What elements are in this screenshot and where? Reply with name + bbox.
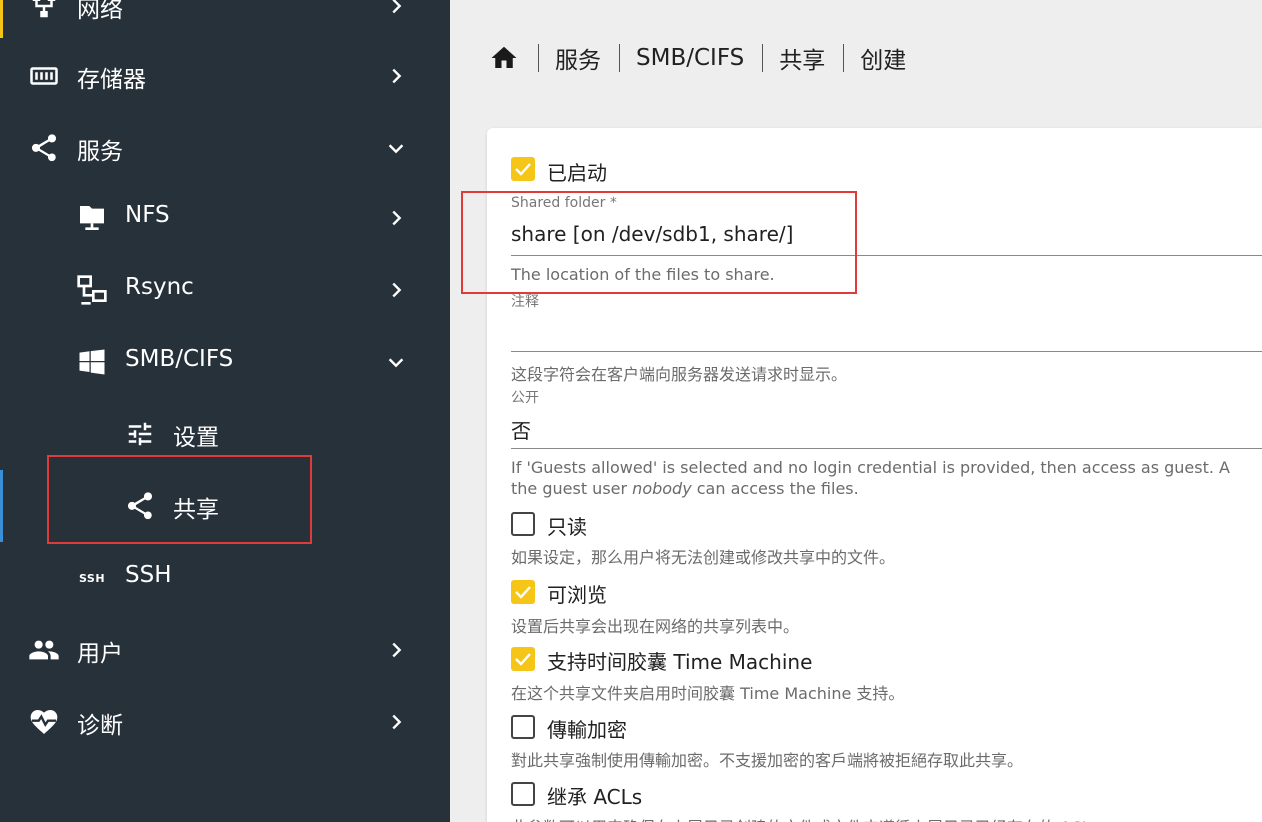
main-content: 服务 SMB/CIFS 共享 创建 已启动 Shared folder * sh… [450, 0, 1262, 822]
comment-hint: 这段字符会在客户端向服务器发送请求时显示。 [511, 365, 848, 384]
chevron-down-icon [382, 134, 410, 162]
sidebar-item-nfs[interactable]: NFS [0, 182, 450, 254]
users-icon [27, 633, 61, 667]
rsync-icon [75, 273, 109, 307]
breadcrumb-separator [538, 44, 539, 72]
encrypt-checkbox[interactable] [511, 715, 535, 739]
sidebar-item-label: 用户 [77, 641, 123, 667]
encrypt-hint: 對此共享強制使用傳輸加密。不支援加密的客戶端將被拒絕存取此共享。 [511, 751, 1024, 770]
timemachine-hint: 在这个共享文件夹启用时间胶囊 Time Machine 支持。 [511, 684, 905, 703]
encrypt-label: 傳輸加密 [547, 718, 627, 742]
chevron-right-icon [382, 708, 410, 736]
ssh-icon-text: SSH [78, 571, 106, 585]
chevron-down-icon [382, 348, 410, 376]
readonly-hint: 如果设定，那么用户将无法创建或修改共享中的文件。 [511, 548, 896, 567]
enabled-label: 已启动 [547, 161, 607, 185]
sidebar-item-label: 存储器 [77, 67, 146, 93]
nfs-folder-icon [75, 201, 109, 235]
breadcrumb-separator [843, 44, 845, 72]
shared-folder-label: Shared folder * [511, 195, 617, 211]
tune-icon [123, 417, 157, 451]
browsable-label: 可浏览 [547, 583, 607, 607]
windows-icon [75, 345, 109, 379]
chevron-right-icon [382, 276, 410, 304]
sidebar-item-label: 网络 [77, 0, 123, 23]
sidebar-item-label: 服务 [77, 139, 123, 165]
readonly-checkbox[interactable] [511, 512, 535, 536]
breadcrumb-smb-cifs[interactable]: SMB/CIFS [636, 45, 744, 71]
chevron-right-icon [382, 0, 410, 20]
inherit-acls-hint: 此参数可以用来确保在上层目录创建的文件或文件夹遵循上层目录已经存在的 ACLs。 [511, 814, 1115, 822]
sidebar-item-label: 设置 [173, 425, 219, 451]
browsable-checkbox[interactable] [511, 580, 535, 604]
public-hint-text: the guest user [511, 479, 633, 498]
inherit-acls-checkbox[interactable] [511, 782, 535, 806]
sidebar-item-smb-cifs[interactable]: SMB/CIFS [0, 326, 450, 398]
breadcrumb: 服务 SMB/CIFS 共享 创建 [488, 40, 906, 76]
shared-folder-select[interactable]: share [on /dev/sdb1, share/] [511, 222, 793, 246]
chevron-right-icon [382, 636, 410, 664]
sidebar-item-users[interactable]: 用户 [0, 614, 450, 686]
public-select[interactable]: 否 [511, 415, 531, 444]
sidebar-item-label: 诊断 [77, 713, 123, 739]
ssh-icon: SSH [75, 561, 109, 595]
public-hint-emphasis: nobody [632, 479, 692, 498]
storage-icon [27, 59, 61, 93]
shared-folder-hint: The location of the files to share. [511, 265, 775, 284]
sidebar-item-storage[interactable]: 存储器 [0, 40, 450, 112]
breadcrumb-separator [762, 44, 764, 72]
breadcrumb-create: 创建 [860, 48, 907, 74]
public-hint-text: can access the files. [691, 479, 859, 498]
sidebar: 网络 存储器 服务 NFS Rsync SMB/CIFS 设置 共享 SSH S… [0, 0, 450, 822]
sidebar-item-network[interactable]: 网络 [0, 0, 450, 42]
sidebar-item-services[interactable]: 服务 [0, 112, 450, 184]
network-icon [27, 0, 61, 23]
heart-pulse-icon [27, 705, 61, 739]
share-form-card: 已启动 Shared folder * share [on /dev/sdb1,… [487, 128, 1262, 822]
sidebar-item-smb-settings[interactable]: 设置 [0, 398, 450, 470]
timemachine-label: 支持时间胶囊 Time Machine [547, 650, 813, 674]
sidebar-item-smb-shares[interactable]: 共享 [0, 470, 450, 542]
readonly-label: 只读 [547, 515, 587, 539]
public-underline [511, 448, 1262, 449]
inherit-acls-label: 继承 ACLs [547, 785, 643, 809]
shared-folder-underline [511, 255, 1262, 256]
sidebar-item-rsync[interactable]: Rsync [0, 254, 450, 326]
comment-label: 注释 [511, 294, 539, 310]
sidebar-item-label: Rsync [125, 274, 194, 300]
home-icon[interactable] [488, 42, 520, 74]
browsable-hint: 设置后共享会出现在网络的共享列表中。 [511, 617, 800, 636]
breadcrumb-separator [619, 44, 620, 72]
sidebar-item-label: SSH [125, 562, 172, 588]
public-hint-line1: If 'Guests allowed' is selected and no l… [511, 458, 1230, 477]
enabled-checkbox[interactable] [511, 157, 535, 181]
share-icon [123, 489, 157, 523]
chevron-right-icon [382, 204, 410, 232]
comment-underline [511, 351, 1262, 352]
timemachine-checkbox[interactable] [511, 647, 535, 671]
sidebar-item-label: 共享 [173, 497, 219, 523]
sidebar-item-label: SMB/CIFS [125, 346, 234, 372]
sidebar-item-label: NFS [125, 202, 170, 228]
sidebar-item-diagnostics[interactable]: 诊断 [0, 686, 450, 758]
public-label: 公开 [511, 390, 539, 406]
share-icon [27, 131, 61, 165]
breadcrumb-shares[interactable]: 共享 [779, 41, 825, 75]
public-hint-line2: the guest user nobody can access the fil… [511, 479, 859, 498]
breadcrumb-services[interactable]: 服务 [555, 41, 601, 75]
sidebar-item-ssh[interactable]: SSH SSH [0, 542, 450, 614]
chevron-right-icon [382, 62, 410, 90]
